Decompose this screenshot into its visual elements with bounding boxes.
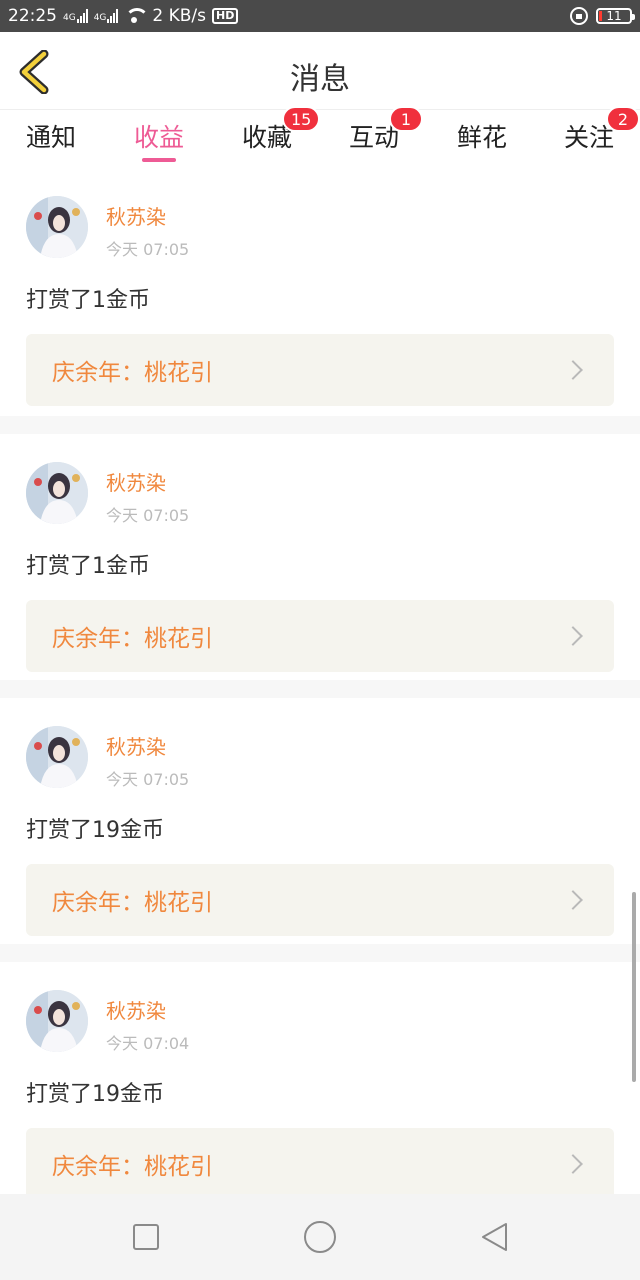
- back-icon[interactable]: [480, 1222, 510, 1252]
- tab-label: 收益: [134, 123, 185, 152]
- username[interactable]: 秋苏染: [106, 995, 189, 1024]
- tab-favorites[interactable]: 收藏 15: [242, 106, 321, 154]
- book-title: 庆余年：桃花引: [52, 1154, 213, 1180]
- home-icon[interactable]: [304, 1221, 336, 1253]
- book-title: 庆余年：桃花引: [52, 360, 213, 386]
- avatar[interactable]: [26, 462, 88, 524]
- list-item: 秋苏染 今天 07:05 打赏了19金币 庆余年：桃花引: [0, 698, 640, 944]
- battery-icon: 11: [596, 8, 635, 24]
- book-title: 庆余年：桃花引: [52, 626, 213, 652]
- username[interactable]: 秋苏染: [106, 201, 189, 230]
- book-title: 庆余年：桃花引: [52, 890, 213, 916]
- timestamp: 今天 07:05: [106, 770, 190, 789]
- reward-message: 打赏了19金币: [26, 1082, 164, 1107]
- reward-message: 打赏了19金币: [26, 818, 164, 843]
- timestamp: 今天 07:05: [106, 506, 190, 525]
- unread-badge: 2: [606, 106, 640, 132]
- chevron-right-icon: [563, 626, 583, 646]
- battery-level: 11: [606, 9, 622, 23]
- tab-bar: 通知 收益 收藏 15 互动 1 鲜花 关注 2: [0, 106, 640, 166]
- tab-following[interactable]: 关注 2: [564, 106, 640, 154]
- reward-message: 打赏了1金币: [26, 554, 150, 579]
- tab-label: 鲜花: [457, 123, 508, 152]
- list-item: 秋苏染 今天 07:05 打赏了1金币 庆余年：桃花引: [0, 166, 640, 416]
- chevron-right-icon: [563, 890, 583, 910]
- list-item: 秋苏染 今天 07:05 打赏了1金币 庆余年：桃花引: [0, 434, 640, 680]
- avatar[interactable]: [26, 196, 88, 258]
- tab-interactions[interactable]: 互动 1: [349, 106, 423, 154]
- tab-label: 关注: [564, 123, 615, 152]
- tab-flowers[interactable]: 鲜花: [457, 118, 507, 154]
- signal-icon: 4G: [63, 9, 88, 23]
- recent-apps-icon[interactable]: [133, 1224, 159, 1250]
- chevron-right-icon: [563, 1154, 583, 1174]
- book-link[interactable]: 庆余年：桃花引: [26, 600, 614, 672]
- rotation-lock-icon: [570, 7, 588, 25]
- unread-badge: 1: [389, 106, 423, 132]
- unread-badge: 15: [282, 106, 321, 132]
- tab-earnings[interactable]: 收益: [134, 118, 184, 154]
- hd-icon: HD: [212, 8, 239, 24]
- reward-message: 打赏了1金币: [26, 288, 150, 313]
- book-link[interactable]: 庆余年：桃花引: [26, 864, 614, 936]
- list-item: 秋苏染 今天 07:04 打赏了19金币 庆余年：桃花引: [0, 962, 640, 1194]
- username[interactable]: 秋苏染: [106, 731, 189, 760]
- network-speed: 2 KB/s: [152, 6, 207, 26]
- active-tab-indicator: [142, 158, 176, 162]
- avatar[interactable]: [26, 726, 88, 788]
- timestamp: 今天 07:04: [106, 1034, 190, 1053]
- clock: 22:25: [8, 6, 57, 26]
- timestamp: 今天 07:05: [106, 240, 190, 259]
- wifi-icon: [124, 8, 150, 24]
- status-bar: 22:25 4G 4G 2 KB/s HD 11: [0, 0, 640, 32]
- book-link[interactable]: 庆余年：桃花引: [26, 1128, 614, 1194]
- system-nav-bar: [0, 1194, 640, 1280]
- app-header: 消息: [0, 32, 640, 110]
- avatar[interactable]: [26, 990, 88, 1052]
- tab-notifications[interactable]: 通知: [26, 118, 76, 154]
- signal-icon: 4G: [94, 9, 119, 23]
- scrollbar[interactable]: [632, 892, 636, 1082]
- chevron-right-icon: [563, 360, 583, 380]
- username[interactable]: 秋苏染: [106, 467, 189, 496]
- book-link[interactable]: 庆余年：桃花引: [26, 334, 614, 406]
- earnings-list[interactable]: 秋苏染 今天 07:05 打赏了1金币 庆余年：桃花引 秋苏染 今天 07:05…: [0, 166, 640, 1194]
- tab-label: 通知: [26, 123, 77, 152]
- page-title: 消息: [290, 62, 350, 97]
